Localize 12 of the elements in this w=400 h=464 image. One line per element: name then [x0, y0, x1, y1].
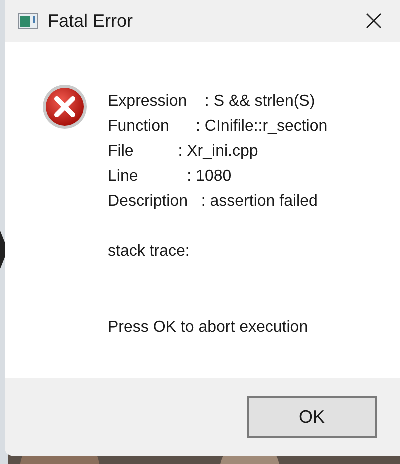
close-icon — [366, 13, 382, 29]
window-title: Fatal Error — [48, 10, 134, 32]
error-detail-line: Line : 1080 — [108, 167, 233, 187]
error-detail-line: File : Xr_ini.cpp — [108, 142, 260, 162]
message-text: Press OK to abort execution — [108, 318, 310, 338]
error-icon — [42, 84, 88, 130]
error-detail-line: Function : CInifile::r_section — [108, 117, 328, 137]
app-icon — [18, 13, 38, 29]
stack-trace-label: stack trace: — [108, 242, 191, 262]
error-detail-line: Expression : S && strlen(S) — [108, 92, 316, 112]
error-detail-line: Description : assertion failed — [108, 192, 319, 212]
ok-button[interactable]: OK — [247, 396, 377, 438]
